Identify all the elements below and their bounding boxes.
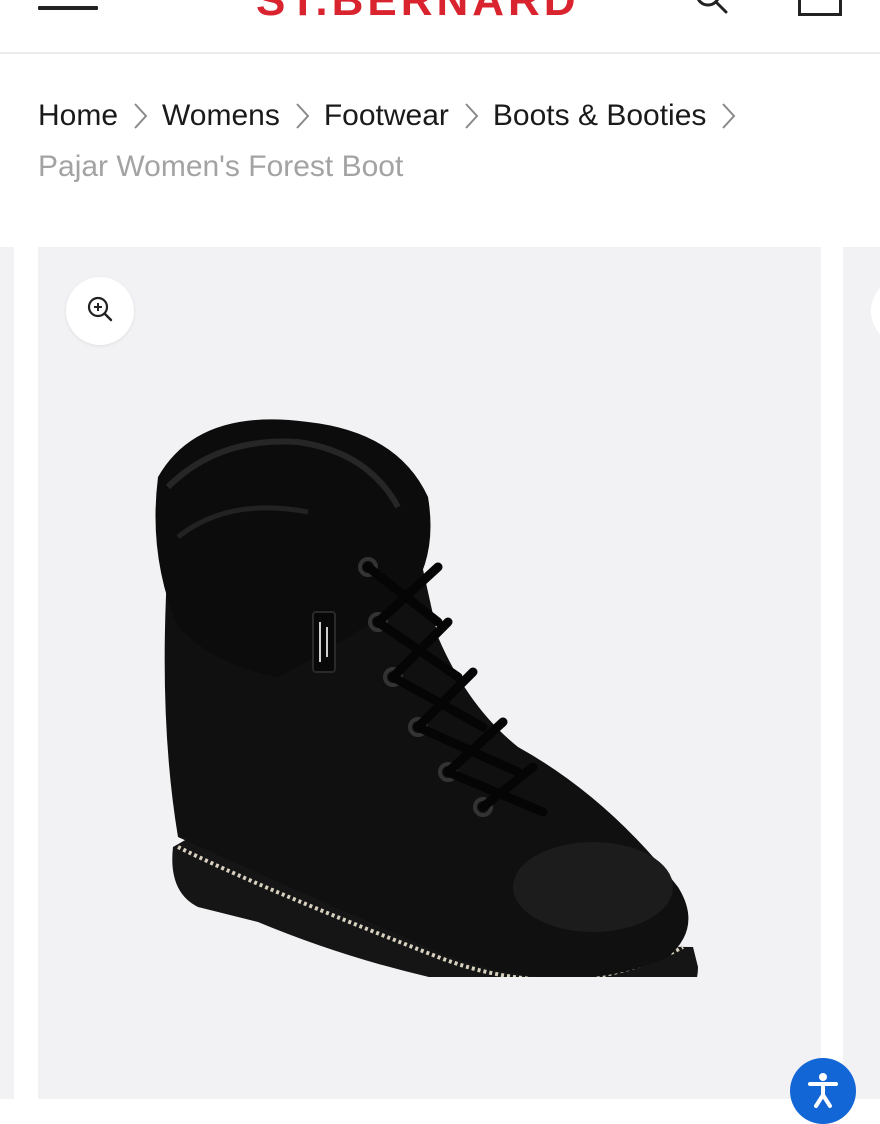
breadcrumb-womens[interactable]: Womens [162, 99, 280, 133]
breadcrumb-footwear[interactable]: Footwear [324, 99, 449, 133]
gallery-slide-previous[interactable] [0, 247, 14, 1099]
menu-icon[interactable] [38, 6, 98, 18]
search-icon[interactable] [694, 0, 728, 14]
chevron-right-icon [461, 96, 481, 136]
product-image[interactable] [138, 417, 738, 977]
site-logo[interactable]: ST.BERNARD [256, 0, 580, 26]
zoom-button[interactable] [871, 277, 880, 345]
product-gallery[interactable] [0, 247, 880, 1099]
breadcrumb-boots-booties[interactable]: Boots & Booties [493, 99, 706, 133]
site-header: ST.BERNARD [0, 0, 880, 54]
gallery-slide-current[interactable] [38, 247, 821, 1099]
zoom-in-icon [85, 294, 115, 329]
chevron-right-icon [718, 96, 738, 136]
breadcrumb: Home Womens Footwear Boots & Booties Paj… [38, 96, 858, 184]
cart-icon[interactable] [798, 0, 842, 16]
gallery-slide-next[interactable] [843, 247, 880, 1099]
accessibility-button[interactable] [790, 1058, 856, 1124]
chevron-right-icon [130, 96, 150, 136]
chevron-right-icon [292, 96, 312, 136]
breadcrumb-home[interactable]: Home [38, 99, 118, 133]
accessibility-icon [803, 1069, 843, 1114]
zoom-button[interactable] [66, 277, 134, 345]
breadcrumb-current: Pajar Women's Forest Boot [38, 150, 404, 183]
